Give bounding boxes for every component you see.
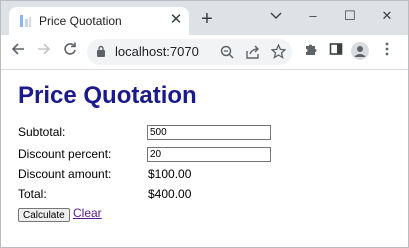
tab-strip: Price Quotation ✕ + – ☐ ✕ <box>1 1 408 35</box>
side-panel-icon[interactable] <box>326 42 346 62</box>
menu-kebab-icon[interactable] <box>377 42 397 62</box>
address-bar[interactable]: localhost:7070 <box>87 39 292 65</box>
new-tab-icon[interactable]: + <box>197 9 217 30</box>
tab-title: Price Quotation <box>39 14 122 28</box>
extensions-puzzle-icon[interactable] <box>301 42 321 62</box>
browser-toolbar: localhost:7070 <box>1 35 408 70</box>
discount-percent-input[interactable] <box>147 147 271 162</box>
browser-window: Price Quotation ✕ + – ☐ ✕ localhost:7070 <box>0 0 409 248</box>
url-text: localhost:7070 <box>115 44 199 59</box>
back-arrow-icon[interactable] <box>8 42 28 62</box>
discount-percent-label: Discount percent: <box>18 147 112 161</box>
clear-link[interactable]: Clear <box>73 206 102 220</box>
total-value: $400.00 <box>148 187 192 201</box>
lock-icon[interactable] <box>96 45 106 63</box>
minimize-icon[interactable]: – <box>294 3 332 29</box>
bookmark-star-icon[interactable] <box>270 43 287 64</box>
discount-amount-label: Discount amount: <box>18 167 112 181</box>
zoom-icon[interactable] <box>220 45 234 64</box>
tab-search-chevron-icon[interactable] <box>257 3 295 29</box>
subtotal-label: Subtotal: <box>18 125 66 139</box>
profile-avatar-icon[interactable] <box>350 42 370 62</box>
page-content: Price Quotation Subtotal: Discount perce… <box>1 70 408 247</box>
tab-close-icon[interactable]: ✕ <box>167 11 185 29</box>
calculate-button[interactable]: Calculate <box>18 208 70 222</box>
share-icon[interactable] <box>246 45 260 64</box>
page-favicon-icon <box>19 14 32 28</box>
window-close-icon[interactable]: ✕ <box>368 3 406 29</box>
forward-arrow-icon[interactable] <box>34 42 54 62</box>
total-label: Total: <box>18 187 47 201</box>
reload-icon[interactable] <box>60 42 80 62</box>
maximize-icon[interactable]: ☐ <box>331 3 369 29</box>
tab-price-quotation[interactable]: Price Quotation ✕ <box>9 7 189 35</box>
page-title: Price Quotation <box>18 82 197 109</box>
subtotal-input[interactable] <box>147 125 271 140</box>
discount-amount-value: $100.00 <box>148 167 192 181</box>
